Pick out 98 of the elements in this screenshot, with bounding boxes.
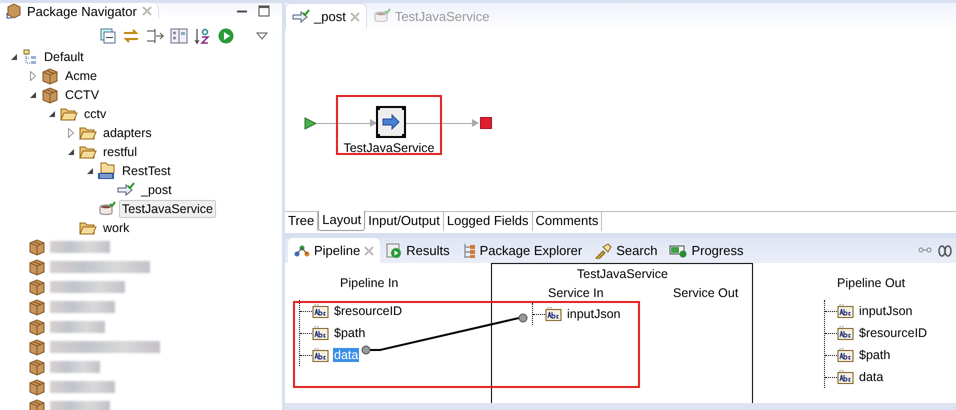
view-tab[interactable]: Package Navigator [0,3,159,19]
box-icon [28,238,46,256]
run-icon [218,28,234,44]
tree-item[interactable]: Default [41,48,87,66]
coffee-cup-icon [372,8,391,24]
flashlight-icon [594,242,612,258]
box-icon [41,86,59,104]
close-icon [350,12,360,22]
blurred-text [50,321,105,333]
expanded-icon[interactable] [48,110,56,118]
field-name[interactable]: inputJson [858,304,914,318]
editor-subtab[interactable]: Layout [318,211,366,231]
rest-folder-icon [98,162,116,180]
collapsed-icon[interactable] [68,128,74,138]
start-icon [304,117,317,130]
expanded-icon[interactable] [29,90,37,98]
box-icon [28,358,46,376]
text-field-icon [837,304,854,318]
expanded-icon[interactable] [86,166,94,174]
layout-icon [170,28,188,44]
folder-icon [60,106,78,120]
tree-item[interactable]: TestJavaService [119,200,216,218]
blurred-text [50,381,115,393]
box-icon [28,258,46,276]
flow-service-icon [117,182,135,198]
field-name[interactable]: $resourceID [333,304,404,318]
editor-tab[interactable]: _post [285,3,367,29]
tree-item[interactable]: RestTest [119,162,174,180]
results-icon [386,242,402,258]
step-label: TestJavaService [342,141,436,155]
tree-item[interactable]: adapters [100,124,155,142]
editor-subtab[interactable]: Comments [532,212,602,231]
box-icon [28,378,46,396]
link-icon [918,244,932,254]
folder-icon [79,144,97,158]
progress-icon [669,244,688,258]
blurred-text [50,241,110,253]
service-title: TestJavaService [577,267,668,281]
text-field-icon [837,348,854,362]
close-icon [364,246,374,256]
field-name[interactable]: $path [858,348,892,362]
text-field-icon [837,326,854,340]
view-tab[interactable]: Pipeline [288,238,380,263]
blurred-text [50,301,115,313]
coffee-cup-icon [98,200,116,216]
folder-icon [79,126,97,140]
text-field-icon [545,307,562,321]
tree-item[interactable]: Acme [62,66,100,84]
text-field-icon [312,348,329,362]
editor-subtab[interactable]: Tree [285,212,318,231]
view-menu-icon [256,32,268,40]
flow-service-icon [292,8,310,24]
view-tab[interactable]: Package Explorer [456,238,588,263]
box-icon [28,298,46,316]
tree-item[interactable]: work [100,218,132,236]
view-title: Package Navigator [27,4,137,18]
view-tab[interactable]: Search [588,238,664,263]
field-name[interactable]: data [858,370,884,384]
box-icon [28,318,46,336]
text-field-icon [312,304,329,318]
sort-icon [194,27,212,45]
group-icon [22,48,38,64]
tree-item[interactable]: CCTV [62,86,102,104]
collapse-all-icon [100,28,116,44]
text-field-icon [837,370,854,384]
box-icon [28,338,46,356]
collapsed-icon[interactable] [30,70,36,80]
column-title: Pipeline Out [837,276,906,290]
field-name[interactable]: $path [333,326,366,340]
stop-icon [480,117,492,129]
tree-item[interactable]: restful [100,142,140,160]
link-editor-icon [122,28,140,44]
text-field-icon [312,326,329,340]
box-icon [41,66,59,84]
field-name[interactable]: $resourceID [858,326,928,340]
expanded-icon[interactable] [10,52,18,60]
close-icon [142,6,152,16]
view-tab[interactable]: Results [380,238,456,263]
column-title: Service In [548,286,604,300]
package-tree-icon [462,242,476,258]
blurred-text [50,401,110,410]
pipeline-icon [294,244,310,258]
filter-icon [146,28,164,44]
minimize-icon [236,10,248,12]
blurred-text [50,361,100,373]
box-icon [28,278,46,296]
tree-item[interactable]: _post [138,180,175,198]
tree-item[interactable]: cctv [81,104,110,122]
view-tab[interactable]: Progress [663,238,750,263]
invoke-step[interactable] [376,106,406,138]
column-title: Pipeline In [340,276,398,290]
field-name[interactable]: inputJson [566,307,622,321]
column-title: Service Out [673,286,738,300]
box-icon [6,3,22,19]
expanded-icon[interactable] [67,148,75,156]
folder-icon [79,220,97,234]
chain-icon [938,244,952,256]
maximize-icon [258,5,270,17]
